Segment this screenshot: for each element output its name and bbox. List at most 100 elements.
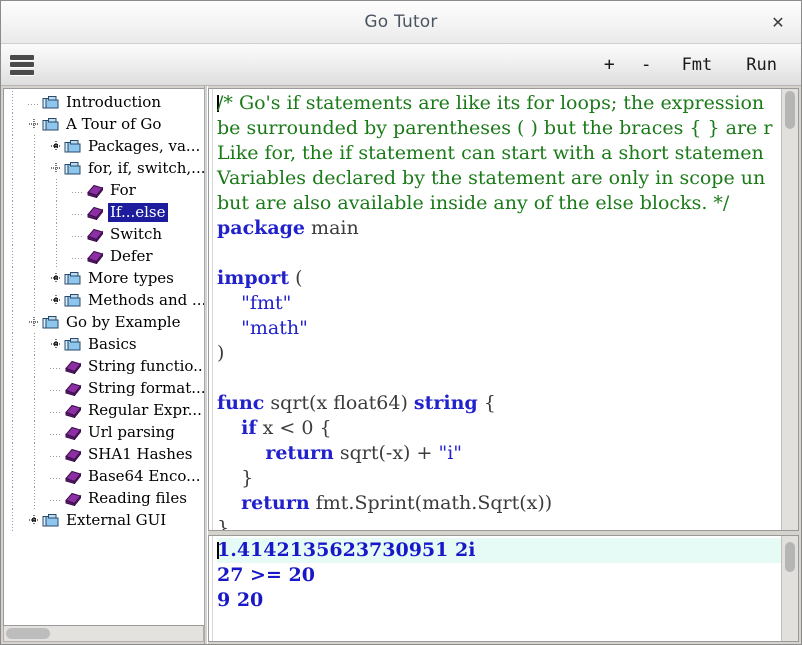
tree-item-string-functio[interactable]: String functio...	[4, 355, 204, 377]
tree-expand-icon[interactable]	[48, 270, 64, 286]
window-title: Go Tutor	[364, 12, 438, 32]
tree-indent	[4, 509, 26, 531]
folder-icon	[64, 271, 82, 286]
tree-guide-line	[12, 135, 13, 157]
tree-guide-line	[34, 399, 35, 421]
tree-guide-line	[34, 223, 35, 245]
tree-item-base64-enco[interactable]: Base64 Enco...	[4, 465, 204, 487]
tree-expand-icon[interactable]	[48, 138, 64, 154]
book-icon	[64, 447, 82, 463]
output-console-vertical-scrollbar[interactable]	[781, 536, 798, 641]
tree-item-introduction[interactable]: Introduction	[4, 91, 204, 113]
tree-item-for-if-switch[interactable]: for, if, switch,...	[4, 157, 204, 179]
tree-collapse-icon[interactable]	[48, 160, 64, 176]
tree-expand-icon[interactable]	[48, 292, 64, 308]
tree-item-sha1-hashes[interactable]: SHA1 Hashes	[4, 443, 204, 465]
tree-guide-line	[12, 289, 13, 311]
tree-guide-line	[12, 443, 13, 465]
scrollbar-thumb[interactable]	[785, 91, 795, 129]
folder-icon	[64, 293, 82, 308]
run-button[interactable]: Run	[736, 53, 787, 77]
tree-indent	[4, 135, 48, 157]
tree-item-defer[interactable]: Defer	[4, 245, 204, 267]
tree-expand-icon[interactable]	[26, 512, 42, 528]
code-line: "math"	[217, 316, 781, 341]
output-console[interactable]: 1.4142135623730951 2i 27 >= 20 9 20	[208, 535, 799, 642]
tree-toggle-dot	[32, 518, 36, 522]
tree-item-regular-expr[interactable]: Regular Expr...	[4, 399, 204, 421]
tree-item-label: Regular Expr...	[88, 400, 202, 419]
tree-item-reading-files[interactable]: Reading files	[4, 487, 204, 509]
tree-indent	[4, 289, 48, 311]
tree-guide-line	[12, 113, 13, 135]
tree-item-url-parsing[interactable]: Url parsing	[4, 421, 204, 443]
code-token: but are also available inside any of the…	[217, 192, 730, 214]
tree-item-methods-and[interactable]: Methods and ...	[4, 289, 204, 311]
tree-guide-line	[12, 377, 13, 399]
tree-guide-line	[34, 443, 35, 465]
zoom-out-button[interactable]: -	[635, 52, 658, 77]
code-editor-text[interactable]: /* Go's if statements are like its for l…	[213, 89, 781, 530]
code-token: Like for, the if statement can start wit…	[217, 142, 764, 164]
tree-leaf-connector	[70, 248, 86, 264]
tree-guide-line	[12, 179, 13, 201]
zoom-in-button[interactable]: +	[598, 52, 621, 77]
tree-item-label: If...else	[108, 202, 168, 222]
tree-item-if-else[interactable]: If...else	[4, 201, 204, 223]
tree-item-basics[interactable]: Basics	[4, 333, 204, 355]
tree-guide-line	[34, 333, 35, 355]
hamburger-menu-icon[interactable]	[9, 54, 35, 76]
code-token: import	[217, 267, 290, 289]
tree-expand-icon[interactable]	[48, 336, 64, 352]
folder-icon	[42, 117, 60, 132]
output-line: 9 20	[217, 588, 781, 613]
format-button[interactable]: Fmt	[672, 53, 723, 77]
tree-guide-line	[12, 487, 13, 509]
scrollbar-thumb[interactable]	[6, 628, 50, 639]
code-token: sqrt(x float64)	[264, 392, 414, 414]
close-icon[interactable]: ✕	[767, 11, 789, 33]
output-console-text[interactable]: 1.4142135623730951 2i 27 >= 20 9 20	[213, 536, 781, 641]
book-icon	[64, 359, 82, 375]
code-editor-vertical-scrollbar[interactable]	[781, 89, 798, 530]
tree-item-label: Introduction	[66, 92, 161, 111]
tree-item-more-types[interactable]: More types	[4, 267, 204, 289]
tree-indent	[4, 487, 48, 509]
tree-collapse-icon[interactable]	[26, 314, 42, 330]
tree-collapse-icon[interactable]	[26, 116, 42, 132]
tree-indent	[4, 267, 48, 289]
tree-item-packages-va[interactable]: Packages, va...	[4, 135, 204, 157]
code-token: x < 0 {	[256, 417, 332, 439]
tree-guide-line	[34, 465, 35, 487]
code-token: }	[217, 517, 230, 530]
tree-item-go-by-example[interactable]: Go by Example	[4, 311, 204, 333]
tree-item-for[interactable]: For	[4, 179, 204, 201]
book-icon	[64, 491, 82, 507]
code-token: /* Go's if statements are like its for l…	[217, 92, 765, 114]
hamburger-bar	[10, 69, 34, 75]
book-icon	[64, 381, 82, 397]
lesson-tree[interactable]: Introduction A Tour of Go Packages, va... f…	[3, 88, 204, 626]
tree-guide-line	[34, 289, 35, 311]
tree-item-label: Reading files	[88, 488, 187, 507]
book-icon	[86, 205, 104, 221]
tree-guide-line	[12, 509, 13, 531]
tree-item-string-format[interactable]: String format...	[4, 377, 204, 399]
scrollbar-thumb[interactable]	[785, 542, 795, 572]
folder-icon	[42, 513, 60, 528]
tree-item-external-gui[interactable]: External GUI	[4, 509, 204, 531]
tree-item-a-tour-of-go[interactable]: A Tour of Go	[4, 113, 204, 135]
code-token: package	[217, 217, 306, 239]
tree-indent	[4, 245, 70, 267]
tree-indent	[4, 311, 26, 333]
lesson-tree-horizontal-scrollbar[interactable]	[3, 626, 204, 642]
code-editor[interactable]: /* Go's if statements are like its for l…	[208, 88, 799, 531]
tree-guide-line	[34, 355, 35, 377]
tree-item-switch[interactable]: Switch	[4, 223, 204, 245]
output-line: 1.4142135623730951 2i	[217, 538, 781, 563]
tree-guide-line	[12, 311, 13, 333]
